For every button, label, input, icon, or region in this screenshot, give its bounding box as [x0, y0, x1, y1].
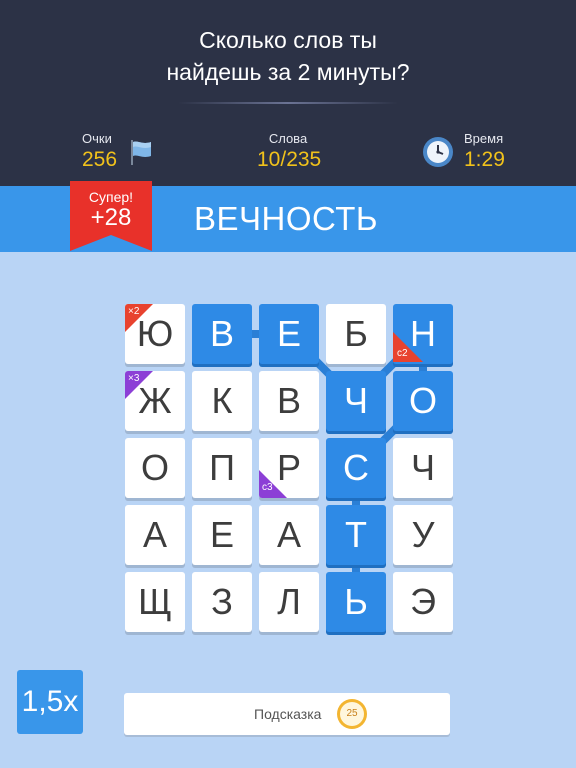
tile-letter: А: [276, 514, 301, 555]
bonus-badge: ×3: [128, 373, 140, 384]
bonus-badge: ×2: [128, 306, 140, 317]
letter-tile[interactable]: А: [259, 505, 319, 565]
hint-button[interactable]: Подсказка 25: [124, 693, 450, 735]
letter-tile[interactable]: ×2 Ю: [125, 304, 185, 364]
letter-tile[interactable]: Ч: [326, 371, 386, 431]
multiplier-button[interactable]: 1,5x: [17, 670, 83, 734]
tile-letter: В: [276, 380, 301, 421]
tile-letter: К: [211, 380, 233, 421]
letter-tile[interactable]: К: [192, 371, 252, 431]
tile-letter: В: [209, 313, 234, 354]
tile-letter: Б: [344, 313, 368, 354]
letter-tile[interactable]: Е: [192, 505, 252, 565]
tile-letter: Ю: [136, 313, 174, 354]
letter-tile[interactable]: Т: [326, 505, 386, 565]
tile-letter: У: [411, 514, 435, 555]
tile-letter: Э: [410, 581, 436, 622]
tile-letter: А: [142, 514, 167, 555]
letter-tile[interactable]: c3 Р: [259, 438, 319, 498]
letter-tile[interactable]: П: [192, 438, 252, 498]
letter-tile[interactable]: Э: [393, 572, 453, 632]
letter-tile[interactable]: В: [259, 371, 319, 431]
tile-letter: О: [408, 380, 437, 421]
letter-tile[interactable]: Ч: [393, 438, 453, 498]
tile-letter: Т: [345, 514, 367, 555]
bonus-badge: c3: [262, 482, 273, 493]
tile-letter: П: [209, 447, 235, 488]
letter-tile[interactable]: c2 Н: [393, 304, 453, 364]
tile-letter: Ч: [344, 380, 368, 421]
tile-letter: Е: [276, 313, 301, 354]
letter-tile[interactable]: С: [326, 438, 386, 498]
letter-tile[interactable]: Е: [259, 304, 319, 364]
letter-tile[interactable]: З: [192, 572, 252, 632]
tile-letter: Е: [209, 514, 234, 555]
letter-tile[interactable]: Л: [259, 572, 319, 632]
bonus-badge: c2: [397, 348, 408, 359]
tile-letter: Л: [277, 581, 301, 622]
tile-letter: Ь: [344, 581, 368, 622]
letter-tile[interactable]: ×3 Ж: [125, 371, 185, 431]
letter-tile[interactable]: В: [192, 304, 252, 364]
letter-tile[interactable]: Щ: [125, 572, 185, 632]
letter-tile[interactable]: А: [125, 505, 185, 565]
letter-board: ×2 Ю В Е Бc2 Н ×3 Ж К В Ч О О Пc3 Р С Ч А Е А Т У Щ З Л Ь Э: [0, 0, 576, 768]
tile-letter: Р: [276, 447, 301, 488]
tile-letter: Щ: [138, 581, 172, 622]
tile-letter: С: [343, 447, 369, 488]
tile-letter: Ч: [411, 447, 435, 488]
tile-letter: О: [140, 447, 169, 488]
letter-tile[interactable]: Ь: [326, 572, 386, 632]
hint-label: Подсказка: [254, 706, 322, 722]
letter-tile[interactable]: О: [125, 438, 185, 498]
letter-tile[interactable]: У: [393, 505, 453, 565]
letter-tile[interactable]: О: [393, 371, 453, 431]
letter-tile[interactable]: Б: [326, 304, 386, 364]
tile-letter: З: [211, 581, 233, 622]
hint-cost: 25: [346, 708, 358, 719]
tile-letter: Ж: [138, 380, 172, 421]
tile-letter: Н: [410, 313, 436, 354]
